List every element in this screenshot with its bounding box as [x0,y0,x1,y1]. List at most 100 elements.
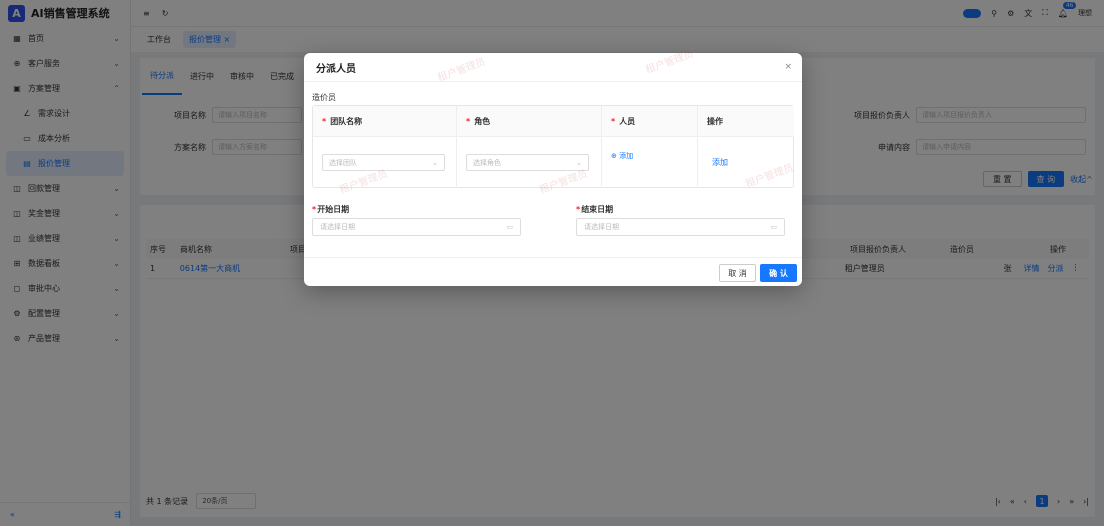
row-index: 1 [150,264,156,273]
row-cost: 张 [1003,264,1012,273]
sidebar-item-8[interactable]: ◫ 业绩管理 ⌄ [0,226,130,251]
assign-table: * 团队名称 * 角色 * 人员 操作 选择团队 ⌄ 选择角色 ⌄ ⊕ 添加 添加 [312,105,794,188]
close-icon[interactable]: × [784,62,792,72]
sidebar-item-10[interactable]: ◻ 审批中心 ⌄ [0,276,130,301]
plan-name-input[interactable]: 请输入方案名称 [212,139,302,155]
sidebar-item-4[interactable]: ▭ 成本分析 [0,126,130,151]
chevron-icon: ⌃ [113,84,120,93]
end-date-input[interactable]: 请选择日期 ▭ [576,218,785,236]
sidebar-item-2[interactable]: ▣ 方案管理 ⌃ [0,76,130,101]
project-name-input[interactable]: 请输入项目名称 [212,107,302,123]
sidebar-item-label: 成本分析 [38,134,70,143]
chevron-icon: ⌄ [113,34,120,43]
last-page-icon[interactable]: ›| [1083,497,1089,506]
chevron-icon: ⌄ [113,184,120,193]
logo-icon: A [8,4,25,22]
col-owner: 项目报价负责人 [850,244,906,254]
project-name-label: 项目名称 [174,110,206,120]
owner-input[interactable]: 请输入项目报价负责人 [916,107,1086,123]
customer-service-icon: ⊕ [13,59,21,68]
chevron-icon: ⌄ [113,59,120,68]
current-page[interactable]: 1 [1035,495,1048,507]
menu-toggle-icon[interactable]: ≡ [143,9,150,18]
end-date-label: 结束日期 [581,205,614,214]
close-tab-icon[interactable]: × [224,35,231,44]
tab-quote-management[interactable]: 报价管理 × [183,31,237,48]
fullscreen-icon[interactable]: ⛶ [1042,8,1048,18]
refresh-icon[interactable]: ↻ [162,9,169,18]
first-page-icon[interactable]: |‹ [995,497,1001,506]
tab-workbench[interactable]: 工作台 [141,31,177,48]
col-name: 商机名称 [180,244,212,254]
add-person-button[interactable]: ⊕ 添加 [611,151,633,161]
start-date-input[interactable]: 请选择日期 ▭ [312,218,521,236]
sidebar-item-9[interactable]: ⊞ 数据看板 ⌄ [0,251,130,276]
chevron-icon: ⌄ [113,209,120,218]
bell-icon[interactable]: 🔔︎ 46 [1058,1,1077,18]
query-button[interactable]: 查 询 [1027,171,1065,187]
sidebar-item-12[interactable]: ⊛ 产品管理 ⌄ [0,326,130,351]
edit-icon: ∠ [23,109,31,118]
reset-button[interactable]: 重 置 [983,171,1022,187]
row-more-icon[interactable]: ⋮ [1071,263,1079,274]
pager-total: 共 1 条记录 [146,496,189,506]
apply-label: 申请内容 [878,142,910,152]
next-page-icon[interactable]: › [1057,497,1060,506]
cancel-button[interactable]: 取 消 [719,264,756,282]
page-size-select[interactable]: 20条/页 [196,493,257,509]
sidebar-item-11[interactable]: ⚙ 配置管理 ⌄ [0,301,130,326]
sidebar-item-label: 回款管理 [28,184,60,193]
chevron-icon: ⌄ [113,309,120,318]
next-jump-icon[interactable]: » [1069,497,1074,506]
sidebar-item-7[interactable]: ◫ 奖金管理 ⌄ [0,201,130,226]
sidebar-item-label: 方案管理 [28,84,60,93]
col-team: 团队名称 [330,116,363,126]
page-tabs: 工作台 报价管理 × [131,26,1104,52]
gear-icon[interactable]: ⚙ [1007,9,1014,18]
section-label: 造价员 [312,93,336,102]
pagination: 共 1 条记录 20条/页 |‹ « ‹ 1 › » ›| [146,491,1089,511]
user-avatar[interactable]: 理想 [1078,8,1092,18]
dashboard-icon: ⊞ [13,259,21,268]
calendar-icon: ▭ [506,223,513,231]
row-detail-link[interactable]: 详情 [1023,263,1039,274]
collapse-sidebar-icon[interactable]: « [10,510,15,519]
subtab-reviewing[interactable]: 审核中 [222,58,262,95]
sidebar-item-6[interactable]: ◫ 回款管理 ⌄ [0,176,130,201]
add-row-button[interactable]: 添加 [712,157,728,168]
team-select[interactable]: 选择团队 ⌄ [322,154,445,171]
sidebar-item-label: 产品管理 [28,334,60,343]
chevron-icon: ⌄ [113,234,120,243]
sidebar-item-3[interactable]: ∠ 需求设计 [0,101,130,126]
subtab-completed[interactable]: 已完成 [262,58,302,95]
settings-icon: ⚙ [13,309,21,318]
prev-jump-icon[interactable]: « [1010,497,1015,506]
performance-icon: ◫ [13,234,21,243]
theme-toggle[interactable] [963,8,982,18]
subtab-pending[interactable]: 待分派 [142,58,182,95]
chart-icon: ▭ [23,134,31,143]
sidebar-item-0[interactable]: ▦ 首页 ⌄ [0,26,130,51]
row-assign-link[interactable]: 分派 [1047,263,1063,274]
sidebar-pin-icon[interactable]: ⇶ [114,510,121,519]
role-select[interactable]: 选择角色 ⌄ [466,154,589,171]
collapse-filter-link[interactable]: 收起^ [1070,174,1093,185]
translate-icon[interactable]: 文 [1024,8,1032,19]
subtab-in-progress[interactable]: 进行中 [182,58,222,95]
sidebar-item-5[interactable]: ▤ 报价管理 [6,151,124,176]
bonus-icon: ◫ [13,209,21,218]
chevron-icon: ⌄ [113,334,120,343]
apply-input[interactable]: 请输入申请内容 [916,139,1086,155]
sidebar-item-1[interactable]: ⊕ 客户服务 ⌄ [0,51,130,76]
approval-icon: ◻ [13,284,21,293]
payment-icon: ◫ [13,184,21,193]
sidebar-footer: « ⇶ [0,502,131,526]
sidebar-menu: ▦ 首页 ⌄ ⊕ 客户服务 ⌄ ▣ 方案管理 ⌃ ∠ 需求设计 ▭ 成本分析 ▤ 报价管理 ◫ 回款管理 ⌄ ◫ 奖金… [0,26,130,351]
col-cost: 造价员 [950,244,974,254]
prev-page-icon[interactable]: ‹ [1024,497,1027,506]
owner-label: 项目报价负责人 [854,110,910,120]
col-actions: 操作 [1050,244,1066,254]
modal-title: 分派人员 [316,63,356,75]
search-icon[interactable]: ⚲ [991,9,997,18]
confirm-button[interactable]: 确 认 [760,264,797,282]
